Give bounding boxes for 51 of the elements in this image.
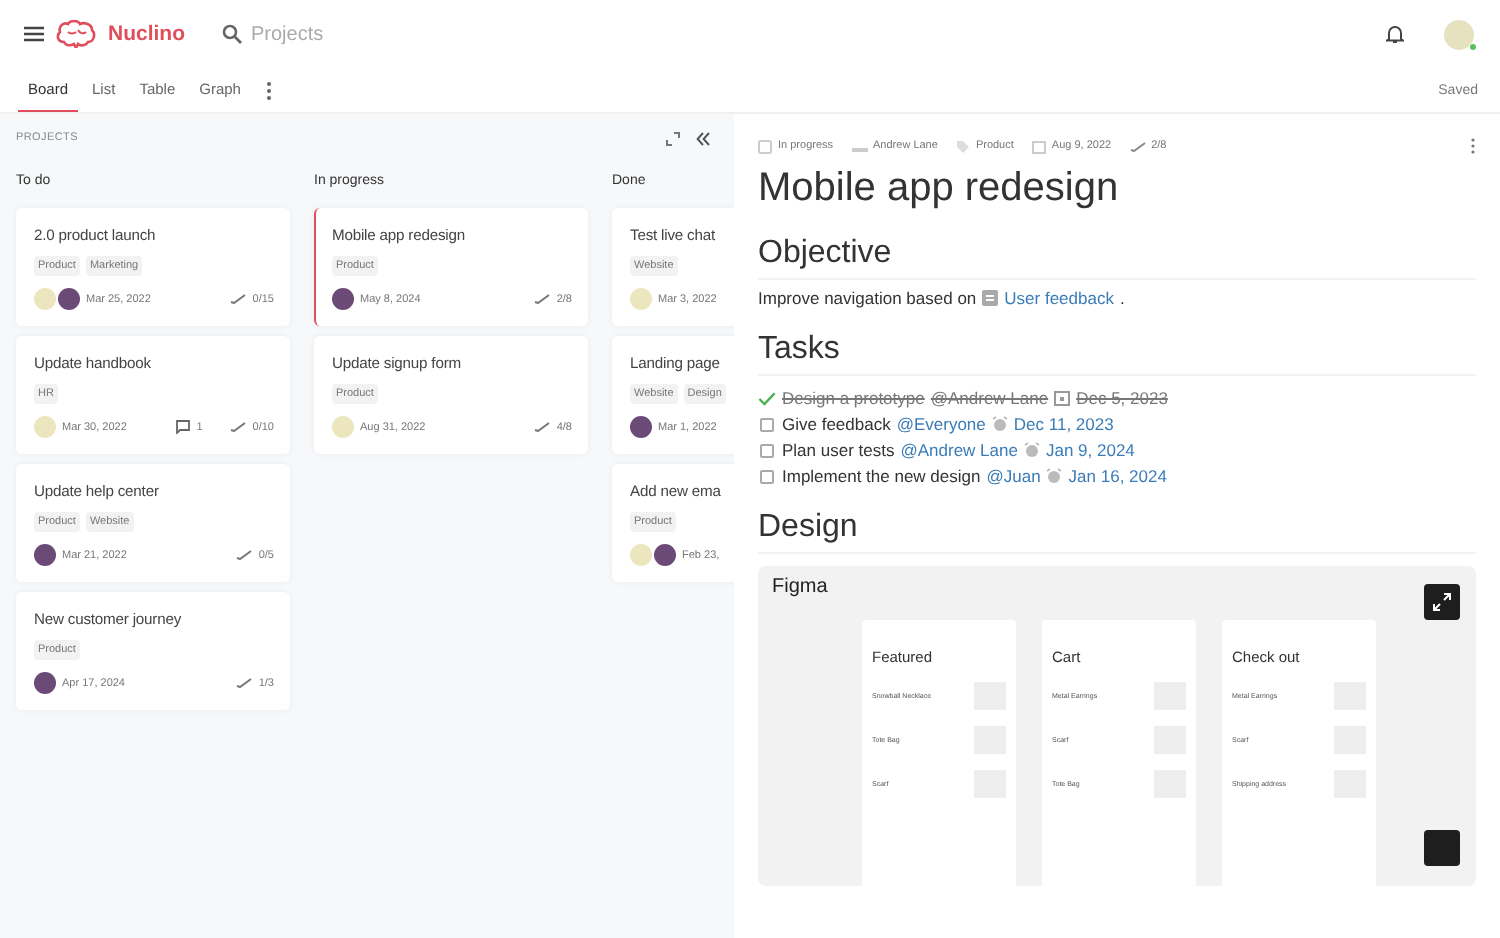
check-icon <box>236 550 253 560</box>
task-text: Plan user tests <box>782 440 895 460</box>
task-date[interactable]: Dec 11, 2023 <box>1013 414 1114 434</box>
app-logo[interactable]: Nuclino <box>108 22 185 46</box>
more-icon[interactable] <box>266 81 273 99</box>
more-icon[interactable] <box>1470 138 1476 154</box>
section-heading: Tasks <box>758 332 1476 376</box>
document-link[interactable]: User feedback <box>1004 288 1114 308</box>
fullscreen-button[interactable] <box>1424 584 1460 620</box>
brain-logo-icon <box>56 20 96 48</box>
section-heading: Objective <box>758 236 1476 280</box>
task-date[interactable]: Jan 9, 2024 <box>1045 440 1135 460</box>
task-text: Design a prototype <box>782 388 925 408</box>
bell-icon[interactable] <box>1386 24 1404 44</box>
embed-label: Figma <box>772 576 828 598</box>
task-checkbox[interactable] <box>760 469 774 483</box>
search-icon <box>221 24 241 44</box>
check-icon <box>534 422 551 432</box>
task-text: Give feedback <box>782 414 891 434</box>
check-icon <box>236 678 253 688</box>
check-icon <box>1129 141 1146 151</box>
expand-icon[interactable] <box>666 131 680 145</box>
task-mention[interactable]: @Everyone <box>896 414 986 434</box>
task-mention[interactable]: @Andrew Lane <box>900 440 1018 460</box>
check-icon <box>534 294 551 304</box>
task-date[interactable]: Jan 16, 2024 <box>1068 466 1167 486</box>
section-heading: Design <box>758 510 1476 554</box>
tag-icon <box>955 139 970 153</box>
task-checkbox[interactable] <box>760 443 774 457</box>
alarm-icon <box>1023 442 1040 458</box>
document-icon <box>982 290 999 306</box>
task-mention[interactable]: @Andrew Lane <box>930 388 1049 408</box>
collapse-icon[interactable] <box>696 131 710 145</box>
menu-icon[interactable] <box>24 26 44 42</box>
calendar-icon <box>1031 139 1046 153</box>
task-text: Implement the new design <box>782 466 981 486</box>
paragraph-text: . <box>1119 288 1125 308</box>
comment-icon <box>176 420 191 434</box>
paragraph-text: Improve navigation based on <box>758 288 977 308</box>
document-title: Mobile app redesign <box>758 166 1121 212</box>
search-field[interactable]: Projects <box>221 23 411 45</box>
alarm-icon <box>1046 468 1063 484</box>
check-icon <box>230 294 247 304</box>
checkmark-icon[interactable] <box>758 391 776 405</box>
status-icon <box>758 139 772 153</box>
alarm-icon <box>991 416 1008 432</box>
task-date[interactable]: Dec 5, 2023 <box>1076 388 1168 408</box>
check-icon <box>230 422 247 432</box>
task-checkbox[interactable] <box>760 417 774 431</box>
task-mention[interactable]: @Juan <box>986 466 1041 486</box>
calendar-icon <box>1054 390 1071 406</box>
